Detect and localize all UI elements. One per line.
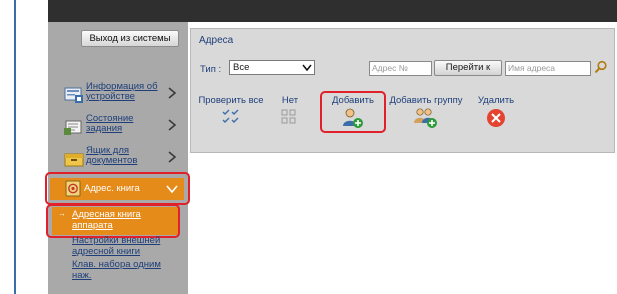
sidebar-item-job-status[interactable]: Состояние задания	[64, 114, 186, 142]
sidebar-item-document-box[interactable]: Ящик для документов	[64, 146, 186, 174]
delete-icon[interactable]	[486, 108, 506, 128]
arrow-right-icon: →	[58, 209, 66, 218]
add-group-icon[interactable]	[414, 107, 438, 129]
panel-title: Адреса	[199, 35, 234, 46]
check-all-icon[interactable]	[222, 109, 240, 125]
submenu-item-label: Адресная книга аппарата	[72, 209, 141, 231]
sidebar-item-address-book[interactable]: Адрес. книга	[50, 178, 184, 200]
chevron-right-icon	[168, 119, 177, 131]
submenu-item-one-touch-key[interactable]: Клав. набора одним наж.	[72, 259, 182, 281]
top-bar-dark	[48, 0, 617, 22]
address-name-input[interactable]: Имя адреса	[505, 61, 591, 76]
type-select-value: Все	[233, 62, 250, 73]
check-all-label: Проверить все	[198, 95, 264, 106]
chevron-right-icon	[168, 151, 177, 163]
type-select[interactable]: Все	[229, 60, 315, 75]
chevron-right-icon	[168, 87, 177, 99]
chevron-down-icon	[166, 185, 178, 194]
address-number-input[interactable]: Адрес №	[369, 61, 432, 76]
add-group-label: Добавить группу	[389, 95, 463, 106]
submenu-item-device-address-book[interactable]: → Адресная книга аппарата	[52, 207, 178, 235]
address-book-icon	[65, 180, 81, 197]
type-label: Тип :	[200, 64, 222, 75]
logout-button[interactable]: Выход из системы	[81, 30, 179, 47]
left-divider	[14, 0, 16, 294]
add-user-icon[interactable]	[342, 107, 364, 129]
left-strip	[0, 0, 48, 294]
sidebar-item-device-info[interactable]: Информация об устройстве	[64, 82, 186, 110]
sidebar-item-label: Информация об устройстве	[86, 81, 158, 102]
uncheck-all-icon[interactable]	[281, 109, 297, 125]
job-status-icon	[64, 120, 82, 135]
delete-label: Удалить	[477, 95, 515, 106]
chevron-down-icon	[302, 64, 312, 72]
submenu-item-external-address-book[interactable]: Настройки внешней адресной книги	[72, 235, 182, 257]
device-info-icon	[64, 87, 83, 103]
search-icon[interactable]	[594, 60, 608, 74]
none-label: Нет	[281, 95, 299, 106]
document-box-icon	[64, 153, 84, 167]
sidebar-item-label: Адрес. книга	[84, 183, 140, 194]
add-label: Добавить	[332, 95, 374, 106]
sidebar-item-label: Ящик для документов	[86, 145, 138, 166]
go-to-button[interactable]: Перейти к	[434, 60, 502, 76]
sidebar-item-label: Состояние задания	[86, 113, 134, 134]
address-panel	[190, 28, 615, 153]
